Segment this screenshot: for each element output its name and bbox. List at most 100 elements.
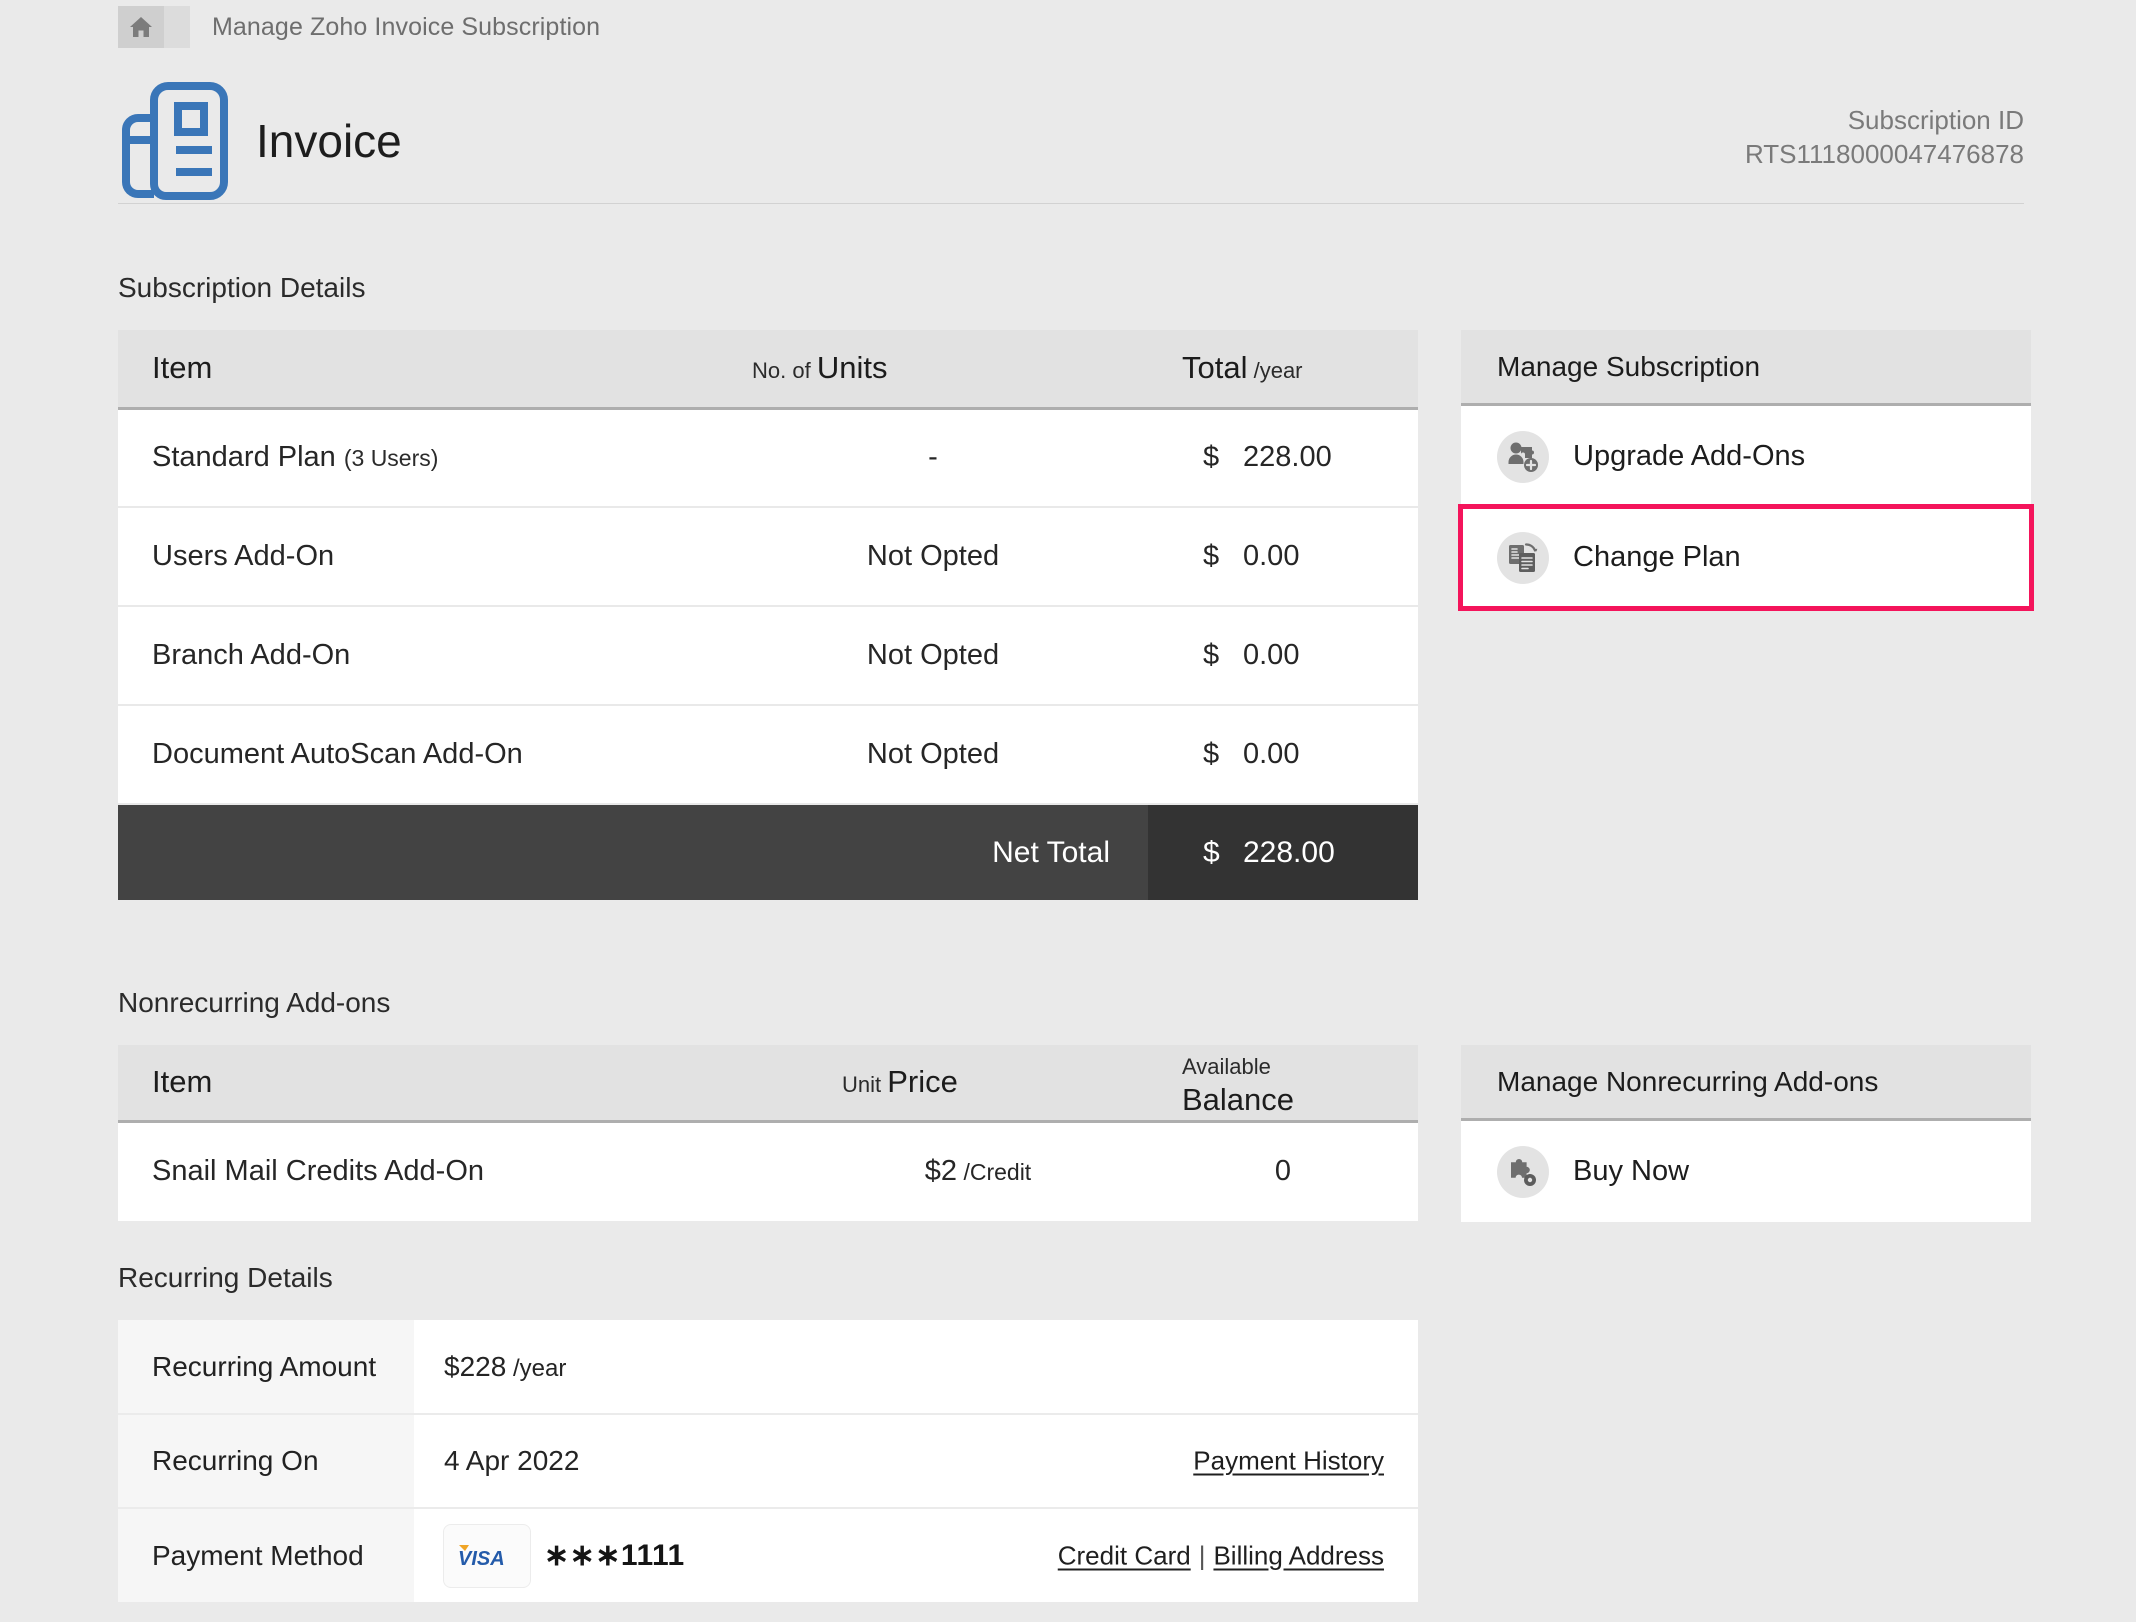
row-item-name: Document AutoScan Add-On xyxy=(152,738,523,770)
column-header-total-main: Total xyxy=(1182,350,1247,385)
column-header-units-main: Units xyxy=(817,350,888,385)
row-item: Branch Add-On xyxy=(118,606,718,705)
table-row: Recurring Amount $228 /year xyxy=(118,1320,1418,1414)
recurring-amount-value: $228 /year xyxy=(414,1320,1418,1414)
net-total-row: Net Total $228.00 xyxy=(118,804,1418,900)
column-header-price: Unit Price xyxy=(808,1045,1148,1121)
column-header-units-prefix: No. of xyxy=(752,358,817,383)
table-header-row: Item Unit Price Available Balance xyxy=(118,1045,1418,1121)
row-amount: 0.00 xyxy=(1243,639,1299,671)
page-root: Manage Zoho Invoice Subscription Invoice… xyxy=(0,0,2136,1622)
column-header-balance-main: Balance xyxy=(1182,1082,1294,1117)
net-total-value: $228.00 xyxy=(1148,804,1418,900)
recurring-details-title: Recurring Details xyxy=(118,1262,333,1294)
row-total: $0.00 xyxy=(1148,606,1418,705)
breadcrumb-label: Manage Zoho Invoice Subscription xyxy=(212,13,600,42)
manage-subscription-title: Manage Subscription xyxy=(1461,330,2031,406)
row-currency: $ xyxy=(1203,738,1243,771)
manage-nonrecurring-addons-panel: Manage Nonrecurring Add-ons Buy Now xyxy=(1461,1045,2031,1222)
payment-method-label: Payment Method xyxy=(118,1508,414,1602)
row-amount: 0.00 xyxy=(1243,540,1299,572)
credit-card-link[interactable]: Credit Card xyxy=(1058,1540,1191,1570)
column-header-total-suffix: /year xyxy=(1247,358,1302,383)
table-row: Standard Plan (3 Users) - $228.00 xyxy=(118,408,1418,507)
page-title: Invoice xyxy=(256,114,402,168)
payment-method-links: Credit Card|Billing Address xyxy=(1058,1540,1384,1571)
table-row: Snail Mail Credits Add-On $2 /Credit 0 xyxy=(118,1121,1418,1221)
column-header-item: Item xyxy=(118,1045,808,1121)
row-amount: 228.00 xyxy=(1243,441,1332,473)
row-item: Snail Mail Credits Add-On xyxy=(118,1121,808,1221)
row-currency: $ xyxy=(1203,639,1243,672)
column-header-balance-prefix: Available xyxy=(1182,1054,1271,1079)
user-addon-plus-icon xyxy=(1497,431,1549,483)
breadcrumb-separator-icon xyxy=(164,6,190,48)
column-header-price-prefix: Unit xyxy=(842,1072,887,1097)
row-item-name: Branch Add-On xyxy=(152,639,350,671)
subscription-id-label: Subscription ID xyxy=(1745,104,2024,137)
subscription-id-value: RTS1118000047476878 xyxy=(1745,138,2024,171)
table-row: Document AutoScan Add-On Not Opted $0.00 xyxy=(118,705,1418,804)
column-header-total: Total /year xyxy=(1148,330,1418,408)
home-icon[interactable] xyxy=(118,6,164,48)
row-price: $2 /Credit xyxy=(808,1121,1148,1221)
row-units: Not Opted xyxy=(718,606,1148,705)
row-item: Document AutoScan Add-On xyxy=(118,705,718,804)
recurring-on-links: Payment History xyxy=(1193,1446,1384,1477)
payment-history-link[interactable]: Payment History xyxy=(1193,1446,1384,1476)
buy-now-button[interactable]: Buy Now xyxy=(1461,1121,2031,1222)
link-separator: | xyxy=(1191,1540,1214,1570)
recurring-on-date: 4 Apr 2022 xyxy=(444,1445,579,1476)
card-number: ∗∗∗1111 xyxy=(544,1538,685,1573)
row-balance: 0 xyxy=(1148,1121,1418,1221)
manage-nonrecurring-addons-title: Manage Nonrecurring Add-ons xyxy=(1461,1045,2031,1121)
row-item: Users Add-On xyxy=(118,507,718,606)
change-plan-label: Change Plan xyxy=(1573,541,1741,574)
row-item-name: Standard Plan xyxy=(152,441,344,473)
breadcrumb: Manage Zoho Invoice Subscription xyxy=(118,6,600,48)
row-price-value: $2 xyxy=(925,1155,957,1187)
recurring-on-value: 4 Apr 2022 Payment History xyxy=(414,1414,1418,1508)
puzzle-piece-icon xyxy=(1497,1146,1549,1198)
row-units: Not Opted xyxy=(718,507,1148,606)
app-header: Invoice Subscription ID RTS1118000047476… xyxy=(118,78,2024,204)
table-row: Recurring On 4 Apr 2022 Payment History xyxy=(118,1414,1418,1508)
table-header-row: Item No. of Units Total /year xyxy=(118,330,1418,408)
recurring-amount-period: /year xyxy=(506,1355,566,1382)
column-header-price-main: Price xyxy=(887,1064,958,1099)
visa-card-icon: VISA xyxy=(444,1525,530,1587)
row-units: - xyxy=(718,408,1148,507)
change-plan-document-icon xyxy=(1497,532,1549,584)
manage-subscription-panel: Manage Subscription Upgrade Add-Ons xyxy=(1461,330,2031,608)
row-item-note: (3 Users) xyxy=(344,445,439,471)
row-currency: $ xyxy=(1203,441,1243,474)
row-units: Not Opted xyxy=(718,705,1148,804)
upgrade-add-ons-label: Upgrade Add-Ons xyxy=(1573,440,1805,473)
row-total: $0.00 xyxy=(1148,705,1418,804)
change-plan-button[interactable]: Change Plan xyxy=(1461,507,2031,608)
recurring-amount-number: $228 xyxy=(444,1351,506,1382)
row-amount: 0.00 xyxy=(1243,738,1299,770)
net-total-currency: $ xyxy=(1203,836,1243,870)
recurring-on-label: Recurring On xyxy=(118,1414,414,1508)
column-header-units: No. of Units xyxy=(718,330,1148,408)
upgrade-add-ons-button[interactable]: Upgrade Add-Ons xyxy=(1461,406,2031,507)
row-item-name: Users Add-On xyxy=(152,540,334,572)
recurring-details-table: Recurring Amount $228 /year Recurring On… xyxy=(118,1320,1418,1602)
table-row: Payment Method VISA ∗∗∗1111 xyxy=(118,1508,1418,1602)
invoice-document-icon xyxy=(118,78,250,204)
net-total-amount: 228.00 xyxy=(1243,836,1335,869)
column-header-item: Item xyxy=(118,330,718,408)
nonrecurring-addons-title: Nonrecurring Add-ons xyxy=(118,987,390,1019)
billing-address-link[interactable]: Billing Address xyxy=(1213,1540,1384,1570)
subscription-details-table: Item No. of Units Total /year Standard P… xyxy=(118,330,1418,900)
row-total: $228.00 xyxy=(1148,408,1418,507)
column-header-balance: Available Balance xyxy=(1148,1045,1418,1121)
row-currency: $ xyxy=(1203,540,1243,573)
recurring-amount-label: Recurring Amount xyxy=(118,1320,414,1414)
buy-now-label: Buy Now xyxy=(1573,1155,1689,1188)
svg-text:VISA: VISA xyxy=(458,1548,505,1570)
payment-method-value: VISA ∗∗∗1111 Credit Card|Billing Address xyxy=(414,1508,1418,1602)
row-price-unit: /Credit xyxy=(957,1159,1031,1185)
nonrecurring-addons-table: Item Unit Price Available Balance Snail … xyxy=(118,1045,1418,1221)
